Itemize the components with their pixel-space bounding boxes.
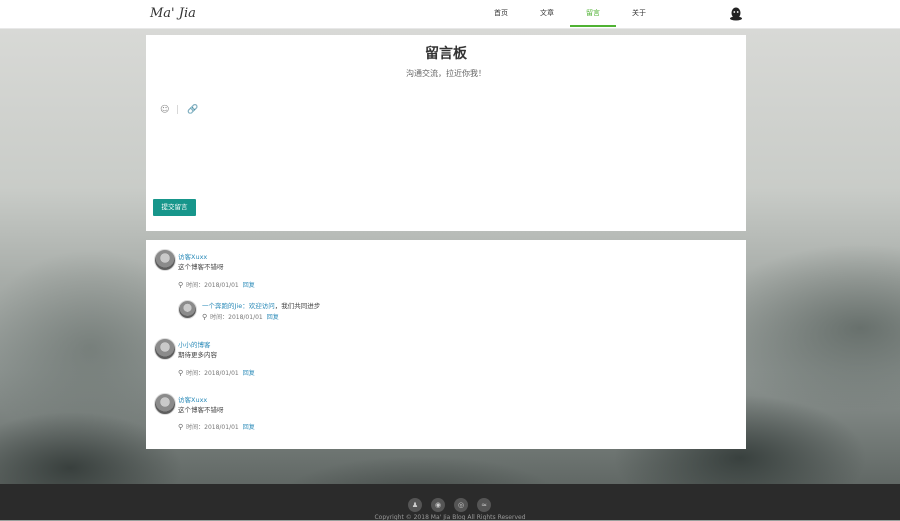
qq-icon[interactable] (729, 7, 743, 21)
submit-message-button[interactable]: 提交留言 (153, 199, 196, 216)
avatar (154, 338, 176, 360)
top-nav-bar: Ma' Jia 首页 文章 留言 关于 (0, 0, 900, 29)
comment-author[interactable]: 小小的博客 (178, 339, 211, 349)
nav-item-home[interactable]: 首页 (478, 0, 524, 27)
reply-time: 时间：2018/01/01 (210, 314, 263, 321)
comment-text: 期待更多内容 (178, 351, 217, 359)
comment-time: 时间：2018/01/01 (186, 282, 239, 289)
comment-meta: ⚲ 时间：2018/01/01 回复 (178, 422, 255, 431)
avatar (154, 393, 176, 415)
comment-text: 这个博客不错呀 (178, 263, 224, 271)
comment-author[interactable]: 访客Xuxx (178, 251, 207, 261)
reply-link[interactable]: 回复 (243, 370, 255, 377)
reply-text: ，我们共同进步 (274, 302, 321, 310)
location-pin-icon: ⚲ (202, 313, 208, 321)
reply-meta: ⚲ 时间：2018/01/01 回复 (202, 312, 279, 321)
nav-item-messages[interactable]: 留言 (570, 0, 616, 27)
page-title: 留言板 (425, 46, 467, 62)
toolbar-divider: | (176, 105, 180, 115)
wechat-icon[interactable]: ◉ (431, 498, 445, 512)
message-editor[interactable]: ☺ | 🔗 (154, 100, 738, 200)
site-footer: ♟ ◉ ◎ ≈ Copyright © 2018 Ma' Jia Blog Al… (0, 484, 900, 521)
reply-link[interactable]: 回复 (243, 282, 255, 289)
main-nav: 首页 文章 留言 关于 (478, 0, 662, 28)
qq-icon[interactable]: ♟ (408, 498, 422, 512)
reply-author-name[interactable]: 一个奔跑的Jie：欢迎访问 (202, 302, 275, 310)
emoji-icon[interactable]: ☺ (160, 105, 169, 115)
comment-author[interactable]: 访客Xuxx (178, 394, 207, 404)
avatar (154, 249, 176, 271)
comment-meta: ⚲ 时间：2018/01/01 回复 (178, 368, 255, 377)
reply-link[interactable]: 回复 (243, 424, 255, 431)
reply-link[interactable]: 回复 (267, 314, 279, 321)
social-links: ♟ ◉ ◎ ≈ (408, 498, 491, 512)
location-pin-icon: ⚲ (178, 281, 184, 289)
comment-text: 这个博客不错呀 (178, 406, 224, 414)
site-logo[interactable]: Ma' Jia (150, 6, 196, 21)
link-icon[interactable]: 🔗 (187, 105, 198, 115)
location-pin-icon: ⚲ (178, 369, 184, 377)
weibo-icon[interactable]: ◎ (454, 498, 468, 512)
rss-icon[interactable]: ≈ (477, 498, 491, 512)
comment-list: 访客Xuxx 这个博客不错呀 ⚲ 时间：2018/01/01 回复 一个奔跑的Jie… (146, 240, 746, 449)
nav-item-articles[interactable]: 文章 (524, 0, 570, 27)
reply-author: 一个奔跑的Jie：欢迎访问，我们共同进步 (202, 300, 320, 310)
comment-meta: ⚲ 时间：2018/01/01 回复 (178, 280, 255, 289)
page-subtitle: 沟通交流，拉近你我！ (406, 69, 486, 78)
avatar (178, 300, 197, 319)
comment-time: 时间：2018/01/01 (186, 370, 239, 377)
nav-item-about[interactable]: 关于 (616, 0, 662, 27)
message-board-card: 留言板 沟通交流，拉近你我！ ☺ | 🔗 提交留言 (146, 35, 746, 231)
location-pin-icon: ⚲ (178, 423, 184, 431)
comment-time: 时间：2018/01/01 (186, 424, 239, 431)
